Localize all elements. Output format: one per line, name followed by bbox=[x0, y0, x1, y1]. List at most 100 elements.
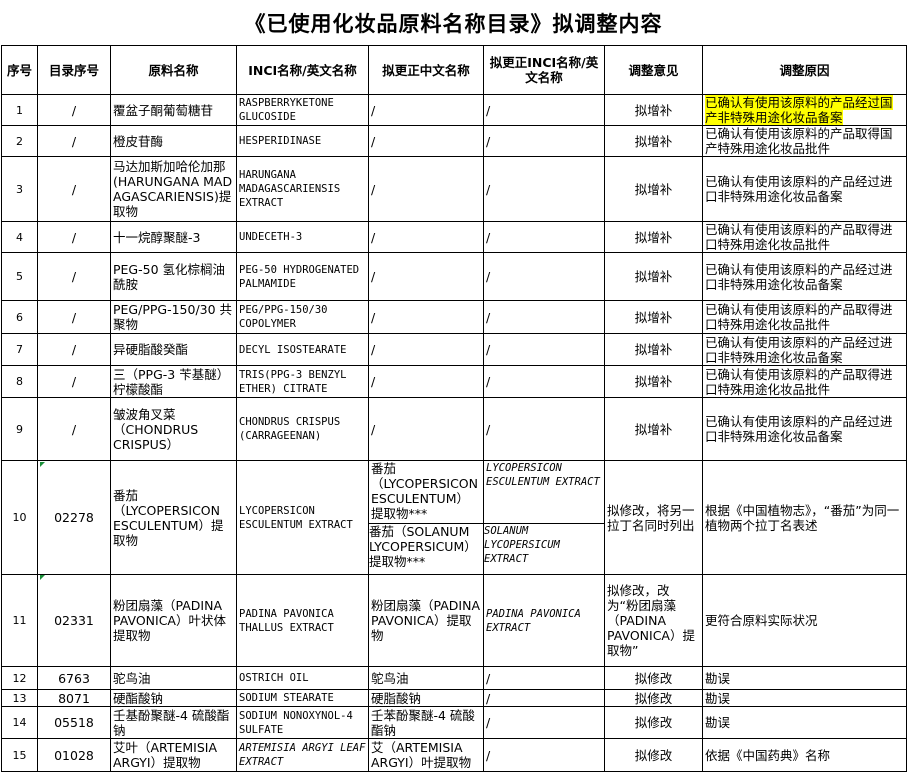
cell-material-name: 橙皮苷酶 bbox=[110, 125, 237, 157]
cell-opinion: 拟增补 bbox=[604, 156, 703, 222]
cell-cn-fix: / bbox=[368, 221, 484, 253]
cell-catalog-no: / bbox=[37, 333, 111, 366]
cell-reason: 已确认有使用该原料的产品取得进口特殊用途化妆品批件 bbox=[702, 221, 907, 253]
cell-inci-name: CHONDRUS CRISPUS (CARRAGEENAN) bbox=[236, 397, 369, 461]
table-header-row: 序号 目录序号 原料名称 INCI名称/英文名称 拟更正中文名称 拟更正INCI… bbox=[1, 45, 907, 95]
cell-material-name: 硬酯酸钠 bbox=[110, 689, 237, 707]
cell-cn-fix: 壬苯酚聚醚-4 硫酸酯钠 bbox=[368, 706, 484, 739]
cell-inci-name: HARUNGANA MADAGASCARIENSIS EXTRACT bbox=[236, 156, 369, 222]
document-page: 《已使用化妆品原料名称目录》拟调整内容 序号 目录序号 原料名称 INCI名称/… bbox=[0, 0, 907, 776]
cell-seq: 6 bbox=[1, 300, 38, 334]
cell-seq: 10 bbox=[1, 460, 38, 575]
cell-opinion: 拟修改 bbox=[604, 666, 703, 690]
cell-material-name: 十一烷醇聚醚-3 bbox=[110, 221, 237, 253]
cell-seq: 11 bbox=[1, 574, 38, 667]
table-row: 7 / 异硬脂酸癸酯 DECYL ISOSTEARATE / / 拟增补 已确认… bbox=[1, 333, 907, 366]
cell-inci-name: HESPERIDINASE bbox=[236, 125, 369, 157]
cell-material-name: 粉团扇藻（PADINA PAVONICA）叶状体提取物 bbox=[110, 574, 237, 667]
cell-catalog-no: / bbox=[37, 252, 111, 301]
cell-cn-fix: 番茄（LYCOPERSICON ESCULENTUM）提取物*** 番茄（SOL… bbox=[368, 460, 484, 575]
cell-seq: 3 bbox=[1, 156, 38, 222]
cell-inci-fix: / bbox=[483, 221, 605, 253]
cell-inci-name: DECYL ISOSTEARATE bbox=[236, 333, 369, 366]
cell-inci-name: SODIUM NONOXYNOL-4 SULFATE bbox=[236, 706, 369, 739]
table-row: 12 6763 驼鸟油 OSTRICH OIL 鸵鸟油 / 拟修改 勘误 bbox=[1, 666, 907, 690]
cell-catalog-no: 6763 bbox=[37, 666, 111, 690]
table-row: 13 8071 硬酯酸钠 SODIUM STEARATE 硬脂酸钠 / 拟修改 … bbox=[1, 689, 907, 707]
cell-reason: 勘误 bbox=[702, 666, 907, 690]
cell-opinion: 拟增补 bbox=[604, 221, 703, 253]
table-row: 4 / 十一烷醇聚醚-3 UNDECETH-3 / / 拟增补 已确认有使用该原… bbox=[1, 221, 907, 253]
header-catalog-no: 目录序号 bbox=[37, 45, 111, 95]
cell-opinion: 拟增补 bbox=[604, 333, 703, 366]
cell-inci-name: LYCOPERSICON ESCULENTUM EXTRACT bbox=[236, 460, 369, 575]
cell-material-name: PEG-50 氢化棕榈油酰胺 bbox=[110, 252, 237, 301]
cell-inci-name: OSTRICH OIL bbox=[236, 666, 369, 690]
cell-material-name: PEG/PPG-150/30 共聚物 bbox=[110, 300, 237, 334]
cell-material-name: 艾叶（ARTEMISIA ARGYI）提取物 bbox=[110, 738, 237, 772]
cell-catalog-no: 01028 bbox=[37, 738, 111, 772]
cell-material-name: 驼鸟油 bbox=[110, 666, 237, 690]
table-row: 1 / 覆盆子酮葡萄糖苷 RASPBERRYKETONE GLUCOSIDE /… bbox=[1, 94, 907, 126]
cell-material-name: 马达加斯加哈伦加那(HARUNGANA MADAGASCARIENSIS)提取物 bbox=[110, 156, 237, 222]
header-seq: 序号 bbox=[1, 45, 38, 95]
cell-inci-fix: / bbox=[483, 333, 605, 366]
adjustment-table: 序号 目录序号 原料名称 INCI名称/英文名称 拟更正中文名称 拟更正INCI… bbox=[1, 45, 907, 772]
cell-inci-name: PEG-50 HYDROGENATED PALMAMIDE bbox=[236, 252, 369, 301]
header-inci-name: INCI名称/英文名称 bbox=[236, 45, 369, 95]
cell-catalog-no: / bbox=[37, 125, 111, 157]
header-material-name: 原料名称 bbox=[110, 45, 237, 95]
cell-inci-fix: / bbox=[483, 156, 605, 222]
cell-inci-fix: PADINA PAVONICA EXTRACT bbox=[483, 574, 605, 667]
inci-fix-option-1: LYCOPERSICON ESCULENTUM EXTRACT bbox=[486, 462, 600, 488]
cell-catalog-no: 05518 bbox=[37, 706, 111, 739]
cell-catalog-no: 8071 bbox=[37, 689, 111, 707]
highlighted-reason: 已确认有使用该原料的产品经过国产非特殊用途化妆品备案 bbox=[705, 95, 893, 125]
document-title: 《已使用化妆品原料名称目录》拟调整内容 bbox=[244, 11, 663, 36]
table-row: 15 01028 艾叶（ARTEMISIA ARGYI）提取物 ARTEMISI… bbox=[1, 738, 907, 772]
cell-cn-fix: / bbox=[368, 300, 484, 334]
cell-inci-fix: / bbox=[483, 738, 605, 772]
cell-reason: 更符合原料实际状况 bbox=[702, 574, 907, 667]
inci-fix-option-2: SOLANUM LYCOPERSICUM EXTRACT bbox=[484, 523, 604, 574]
cell-material-name: 覆盆子酮葡萄糖苷 bbox=[110, 94, 237, 126]
cn-fix-option-1: 番茄（LYCOPERSICON ESCULENTUM）提取物*** bbox=[371, 461, 478, 522]
cell-catalog-no: / bbox=[37, 300, 111, 334]
cell-reason: 已确认有使用该原料的产品经过进口非特殊用途化妆品备案 bbox=[702, 156, 907, 222]
cell-material-name: 三（PPG-3 苄基醚）柠檬酸酯 bbox=[110, 365, 237, 398]
cell-seq: 13 bbox=[1, 689, 38, 707]
cell-seq: 7 bbox=[1, 333, 38, 366]
cn-fix-option-2: 番茄（SOLANUM LYCOPERSICUM）提取物*** bbox=[369, 523, 483, 574]
cell-seq: 4 bbox=[1, 221, 38, 253]
cell-cn-fix: 硬脂酸钠 bbox=[368, 689, 484, 707]
cell-inci-fix: / bbox=[483, 689, 605, 707]
cell-reason: 已确认有使用该原料的产品取得进口特殊用途化妆品批件 bbox=[702, 300, 907, 334]
cell-cn-fix: / bbox=[368, 252, 484, 301]
cell-reason: 勘误 bbox=[702, 706, 907, 739]
cell-catalog-no: 02278 bbox=[37, 460, 111, 575]
table-row: 6 / PEG/PPG-150/30 共聚物 PEG/PPG-150/30 CO… bbox=[1, 300, 907, 334]
cell-seq: 14 bbox=[1, 706, 38, 739]
table-row: 3 / 马达加斯加哈伦加那(HARUNGANA MADAGASCARIENSIS… bbox=[1, 156, 907, 222]
cell-opinion: 拟修改，改为“粉团扇藻（PADINA PAVONICA）提取物” bbox=[604, 574, 703, 667]
cell-seq: 5 bbox=[1, 252, 38, 301]
cell-catalog-no: / bbox=[37, 94, 111, 126]
cell-catalog-no: / bbox=[37, 397, 111, 461]
cell-inci-name: UNDECETH-3 bbox=[236, 221, 369, 253]
cell-inci-name: TRIS(PPG-3 BENZYL ETHER) CITRATE bbox=[236, 365, 369, 398]
cell-inci-fix: / bbox=[483, 252, 605, 301]
cell-catalog-no: / bbox=[37, 156, 111, 222]
cell-cn-fix: / bbox=[368, 156, 484, 222]
cell-inci-fix: / bbox=[483, 94, 605, 126]
table-row: 5 / PEG-50 氢化棕榈油酰胺 PEG-50 HYDROGENATED P… bbox=[1, 252, 907, 301]
cell-opinion: 拟修改 bbox=[604, 689, 703, 707]
cell-inci-fix: / bbox=[483, 706, 605, 739]
cell-reason: 已确认有使用该原料的产品经过进口非特殊用途化妆品备案 bbox=[702, 252, 907, 301]
cell-cn-fix: / bbox=[368, 125, 484, 157]
cell-opinion: 拟增补 bbox=[604, 252, 703, 301]
cell-inci-fix: / bbox=[483, 300, 605, 334]
cell-inci-fix: / bbox=[483, 125, 605, 157]
table-row: 11 02331 粉团扇藻（PADINA PAVONICA）叶状体提取物 PAD… bbox=[1, 574, 907, 667]
cell-opinion: 拟增补 bbox=[604, 94, 703, 126]
header-cn-fix: 拟更正中文名称 bbox=[368, 45, 484, 95]
